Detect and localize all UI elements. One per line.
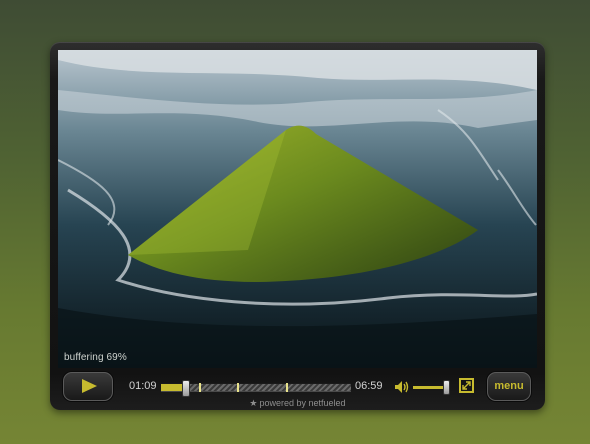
progress-played <box>161 384 182 391</box>
video-screen[interactable]: buffering 69% <box>58 50 537 368</box>
volume-slider-handle[interactable] <box>443 380 450 395</box>
chapter-marker <box>286 383 288 392</box>
buffering-status: buffering 69% <box>64 352 127 363</box>
play-button[interactable] <box>63 372 113 401</box>
fullscreen-button[interactable] <box>459 378 474 393</box>
star-icon: ★ <box>249 398 258 408</box>
chapter-marker <box>237 383 239 392</box>
powered-by-credit[interactable]: ★ powered by netfueled <box>50 398 545 409</box>
chapter-marker <box>199 383 201 392</box>
play-icon <box>82 379 97 393</box>
volume-slider[interactable] <box>413 386 444 389</box>
powered-by-label: powered by netfueled <box>259 398 346 408</box>
video-frame-image <box>58 50 537 368</box>
current-time: 01:09 <box>129 380 157 392</box>
video-player: buffering 69% 01:09 06:59 menu ★ powered… <box>50 42 545 410</box>
progress-scrubber-handle[interactable] <box>182 380 190 397</box>
progress-bar[interactable] <box>161 380 351 397</box>
speaker-icon[interactable] <box>395 381 409 393</box>
menu-button[interactable]: menu <box>487 372 531 401</box>
total-time: 06:59 <box>355 380 383 392</box>
fullscreen-icon <box>462 381 471 390</box>
